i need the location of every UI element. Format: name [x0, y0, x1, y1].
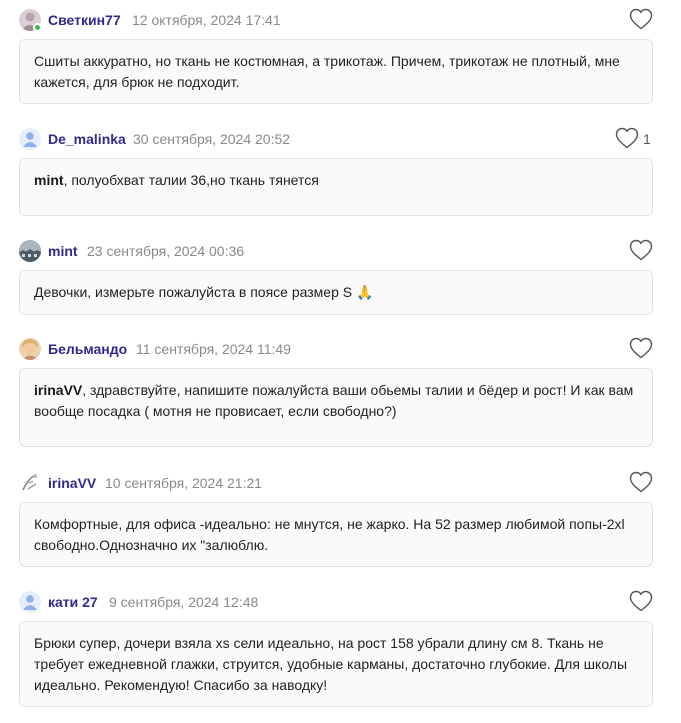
comment-date: 30 сентября, 2024 20:52 [133, 131, 291, 147]
comment-text: Комфортные, для офиса -идеально: не мнут… [19, 502, 653, 567]
comment-date: 9 сентября, 2024 12:48 [109, 594, 259, 610]
heart-icon [629, 590, 653, 612]
comment-text: mint, полуобхват талии 36,но ткань тянет… [19, 158, 653, 216]
avatar[interactable] [19, 591, 41, 613]
avatar[interactable] [19, 472, 41, 494]
author-name[interactable]: кати 27 [48, 594, 98, 610]
comment-text: Сшиты аккуратно, но ткань не костюмная, … [19, 39, 653, 104]
author-name[interactable]: irinaVV [48, 475, 96, 491]
like-button[interactable] [629, 590, 653, 612]
avatar[interactable] [19, 128, 41, 150]
like-button[interactable] [629, 337, 653, 359]
comment-text: Брюки супер, дочери взяла xs сели идеаль… [19, 621, 653, 707]
like-button[interactable] [615, 127, 639, 149]
like-button[interactable] [629, 8, 653, 30]
comment-date: 11 сентября, 2024 11:49 [136, 341, 291, 357]
heart-icon [615, 127, 639, 149]
like-button[interactable] [629, 239, 653, 261]
author-name[interactable]: Светкин77 [48, 12, 121, 28]
avatar[interactable] [19, 338, 41, 360]
comment-date: 10 сентября, 2024 21:21 [105, 475, 263, 491]
mention-link[interactable]: mint [34, 172, 64, 188]
mention-link[interactable]: irinaVV [34, 382, 82, 398]
comment-text: irinaVV, здравствуйте, напишите пожалуйс… [19, 368, 653, 447]
heart-icon [629, 471, 653, 493]
comment-date: 23 сентября, 2024 00:36 [87, 243, 245, 259]
avatar[interactable] [19, 240, 41, 262]
comment-text: Девочки, измерьте пожалуйста в поясе раз… [19, 270, 653, 315]
like-button[interactable] [629, 471, 653, 493]
author-name[interactable]: mint [48, 243, 78, 259]
comment-date: 12 октября, 2024 17:41 [132, 12, 281, 28]
online-status-icon [33, 23, 42, 32]
like-count: 1 [643, 131, 651, 147]
heart-icon [629, 8, 653, 30]
heart-icon [629, 239, 653, 261]
heart-icon [629, 337, 653, 359]
author-name[interactable]: De_malinka [48, 131, 126, 147]
author-name[interactable]: Бельмандо [48, 341, 127, 357]
